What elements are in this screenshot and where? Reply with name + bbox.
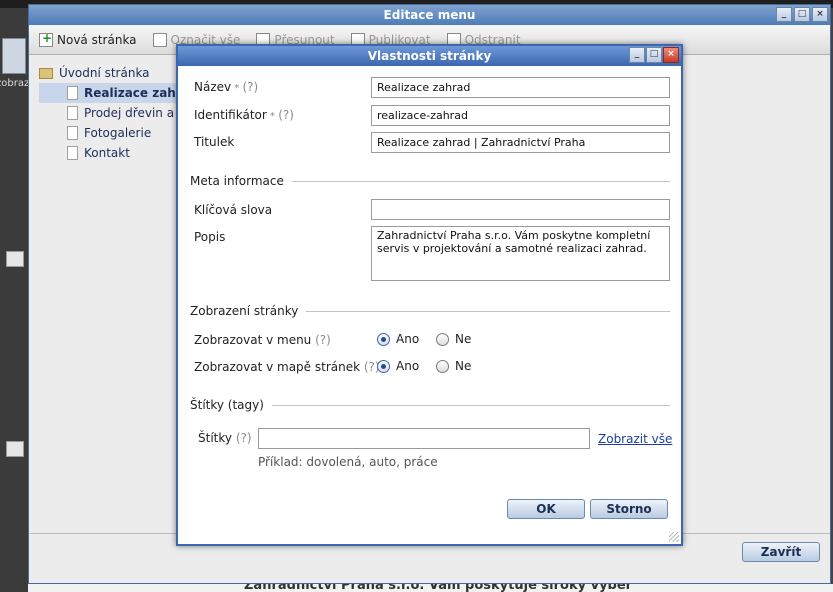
tree-item-label: Kontakt [84,146,130,160]
title-label-row: Titulek [194,135,234,149]
divider [291,180,670,182]
keywords-label-row: Klíčová slova [194,203,272,217]
close-window-button[interactable]: × [812,7,828,22]
resize-grip-icon[interactable] [669,532,679,542]
tags-section-title: Štítky (tagy) [190,398,264,412]
dialog-title: Vlastnosti stránky [367,49,492,63]
dialog-close-button[interactable]: × [663,47,679,63]
help-icon[interactable]: (?) [242,80,258,94]
menu-no-radio[interactable]: Ne [436,332,471,346]
cancel-button[interactable]: Storno [590,499,668,519]
tree-item-fotogalerie[interactable]: Fotogalerie [39,123,199,143]
sitemap-yes-label: Ano [396,359,420,373]
maximize-button[interactable]: □ [794,7,810,22]
tags-label: Štítky [198,431,232,445]
dialog-minimize-button[interactable]: _ [629,47,645,63]
image-icon [6,441,24,457]
radio-checked-icon [377,332,390,346]
required-marker: * [266,111,279,122]
background-bottom-strip: Zahradnictví Praha s.r.o. Vám poskytuje … [28,584,833,592]
help-icon[interactable]: (?) [236,431,252,445]
tree-item-label: Fotogalerie [84,126,152,140]
display-section-title: Zobrazení stránky [190,304,299,318]
select-all-icon [152,32,167,47]
help-icon[interactable]: (?) [315,333,331,347]
new-page-icon [39,31,53,47]
sitemap-visibility-label: Zobrazovat v mapě stránek [194,360,361,374]
menu-visibility-label: Zobrazovat v menu [194,333,312,347]
dialog-maximize-button[interactable]: □ [646,47,662,63]
sitemap-no-label: Ne [455,359,472,373]
page-tree: Úvodní stránka Realizace zahr Prodej dře… [39,63,199,163]
keywords-label: Klíčová slova [194,203,273,217]
close-button[interactable]: Zavřít [742,542,820,562]
menu-yes-label: Ano [396,332,420,346]
radio-unchecked-icon [436,332,449,346]
new-page-button[interactable]: Nová stránka [39,31,137,47]
tree-item-label: Prodej dřevin a k [84,106,185,120]
menu-visibility-row: Zobrazovat v menu (?) [194,333,331,347]
meta-section-header: Meta informace [190,174,670,188]
page-icon [67,146,78,160]
required-marker: * [231,83,243,94]
page-icon [67,86,78,100]
tags-input[interactable] [258,428,590,449]
minimize-button[interactable]: _ [776,7,792,22]
keywords-input[interactable] [371,199,670,220]
sitemap-no-radio[interactable]: Ne [436,359,471,373]
background-left-label: zobraz [0,78,30,89]
title-label: Titulek [194,135,235,149]
help-icon[interactable]: (?) [278,108,294,122]
folder-icon [39,67,53,79]
name-input[interactable]: Realizace zahrad [371,77,670,98]
menu-yes-radio[interactable]: Ano [377,332,419,346]
name-label-row: Název * (?) [194,80,258,94]
tree-item-label: Úvodní stránka [59,66,150,80]
display-section-header: Zobrazení stránky [190,304,670,318]
show-all-tags-link[interactable]: Zobrazit vše [598,432,672,446]
image-icon [6,251,24,267]
tree-item-prodej[interactable]: Prodej dřevin a k [39,103,199,123]
divider [271,404,670,406]
menu-no-label: Ne [455,332,472,346]
tree-item-realizace[interactable]: Realizace zahr [39,83,199,103]
page-title-input[interactable]: Realizace zahrad | Zahradnictví Praha [371,132,670,153]
dialog-titlebar: Vlastnosti stránky _ □ × [178,46,681,66]
background-thumbnail [2,38,26,74]
id-label-row: Identifikátor * (?) [194,108,294,122]
page-properties-dialog: Vlastnosti stránky _ □ × Název * (?) Rea… [176,44,683,546]
sitemap-yes-radio[interactable]: Ano [377,359,419,373]
tree-item-label: Realizace zahr [84,86,182,100]
page-icon [67,106,78,120]
identifier-input[interactable]: realizace-zahrad [371,105,670,126]
menu-editor-title: Editace menu [383,8,476,22]
divider [306,310,670,312]
id-label: Identifikátor [194,108,267,122]
background-left-panel: zobraz [0,8,30,592]
background-bottom-text: Zahradnictví Praha s.r.o. Vám poskytuje … [244,584,633,592]
new-page-label: Nová stránka [57,32,137,47]
tags-example-hint: Příklad: dovolená, auto, práce [258,455,438,469]
dialog-body: Název * (?) Realizace zahrad Identifikát… [178,66,681,544]
description-label: Popis [194,230,226,244]
sitemap-visibility-row: Zobrazovat v mapě stránek (?) [194,360,380,374]
description-label-row: Popis [194,230,225,244]
tree-item-kontakt[interactable]: Kontakt [39,143,199,163]
description-textarea[interactable]: Zahradnictví Praha s.r.o. Vám poskytne k… [371,226,670,281]
radio-unchecked-icon [436,359,449,373]
meta-section-title: Meta informace [190,174,284,188]
ok-button[interactable]: OK [507,499,585,519]
tags-label-row: Štítky (?) [198,431,252,445]
tree-item-root[interactable]: Úvodní stránka [39,63,199,83]
page-icon [67,126,78,140]
radio-checked-icon [377,359,390,373]
tags-section-header: Štítky (tagy) [190,398,670,412]
name-label: Název [194,80,232,94]
menu-editor-titlebar: Editace menu _ □ × [29,5,830,25]
